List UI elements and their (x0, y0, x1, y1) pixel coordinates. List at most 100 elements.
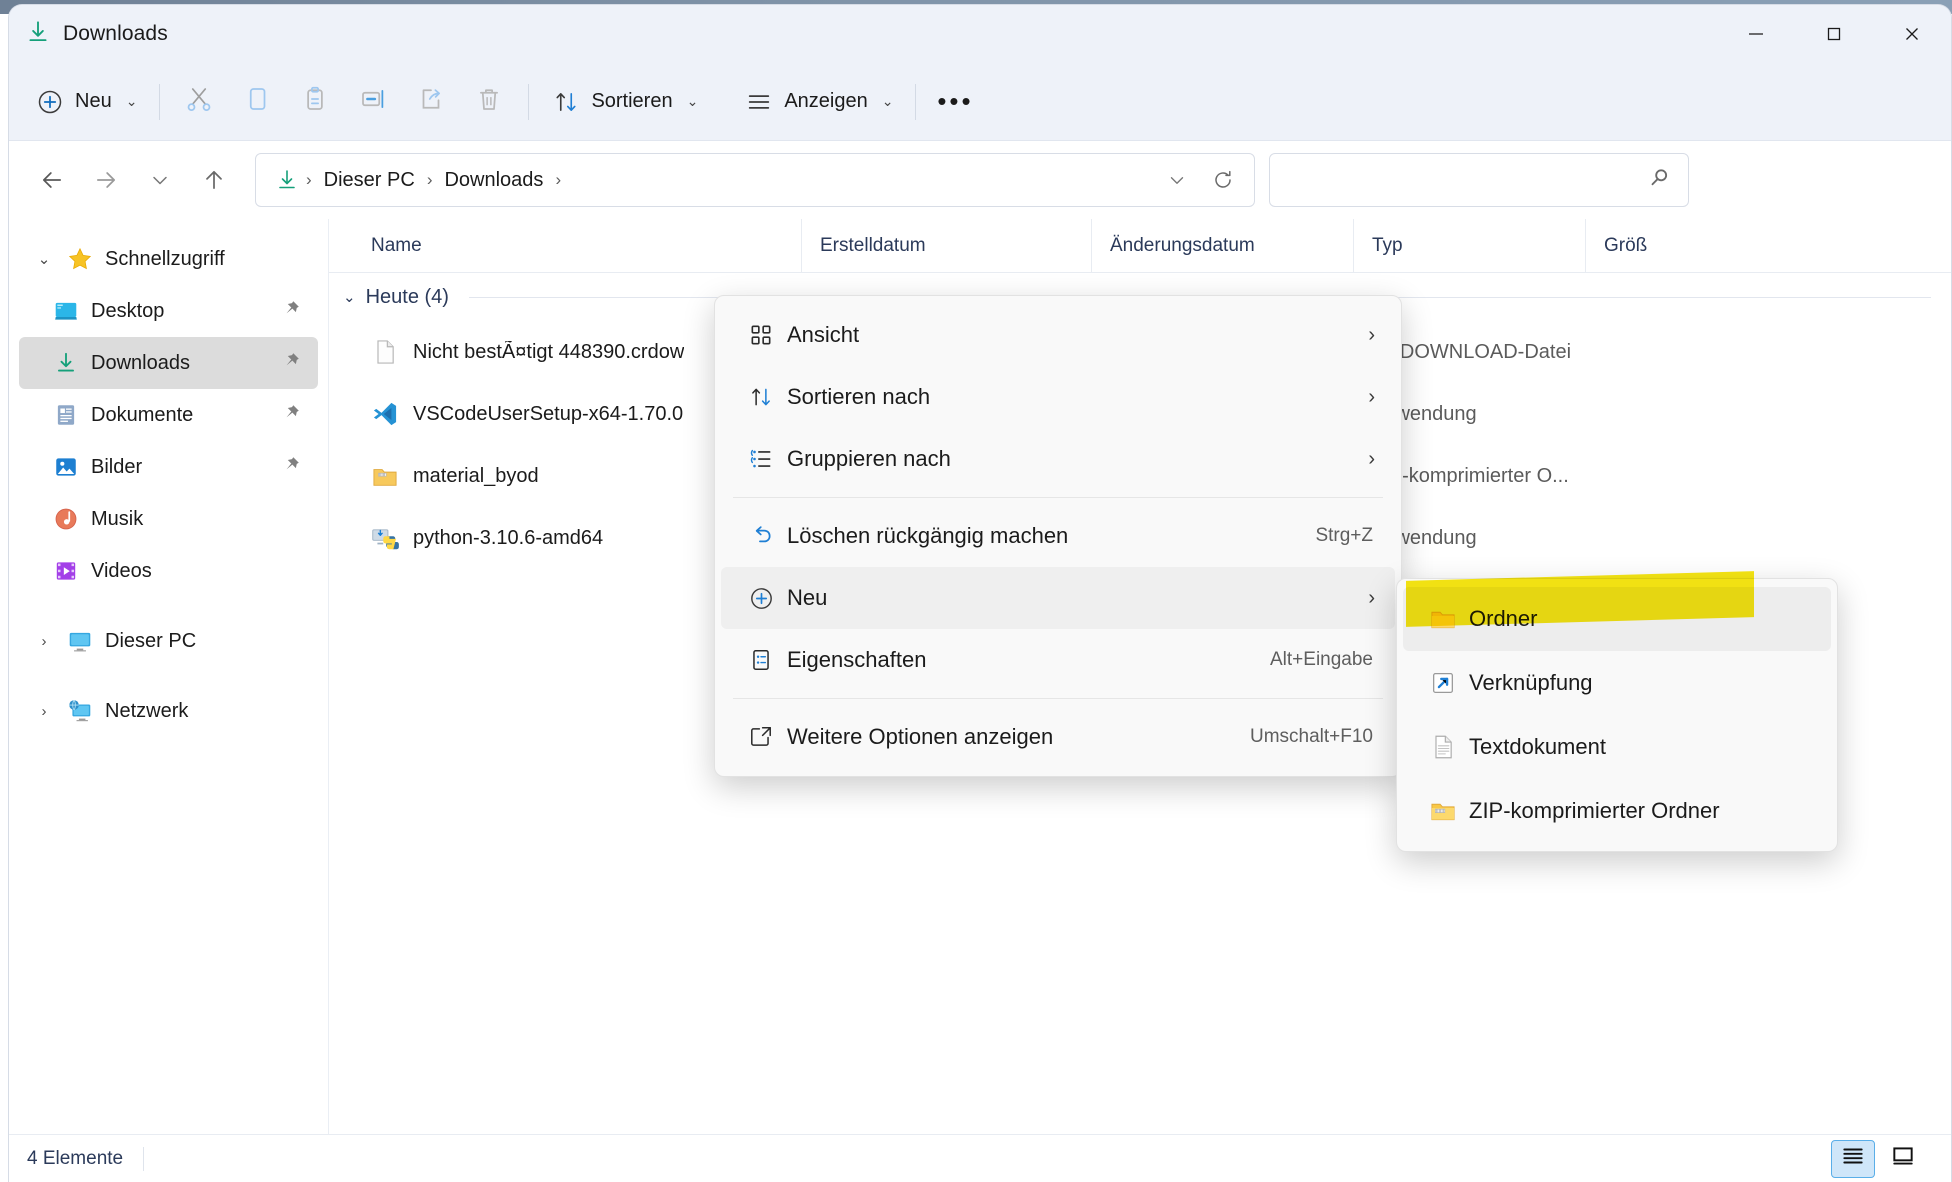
breadcrumb-item-this-pc[interactable]: Dieser PC (316, 164, 423, 197)
network-icon (61, 698, 99, 724)
group-header-label: Heute (4) (365, 285, 449, 308)
view-toggle-group (1831, 1139, 1933, 1178)
column-header-modified[interactable]: Änderungsdatum (1091, 219, 1353, 272)
up-button[interactable] (187, 153, 241, 207)
context-menu-item-shortcut: Strg+Z (1315, 525, 1373, 546)
sidebar-item-label: Bilder (91, 455, 143, 478)
column-header-name[interactable]: Name (371, 219, 801, 272)
new-button[interactable]: Neu ⌄ (23, 77, 149, 127)
recent-locations-button[interactable] (133, 153, 187, 207)
sidebar-item-this-pc[interactable]: › Dieser PC (19, 615, 318, 667)
address-bar[interactable]: › Dieser PC › Downloads › (255, 153, 1255, 207)
context-menu-item-properties[interactable]: Eigenschaften Alt+Eingabe (721, 629, 1395, 691)
forward-button[interactable] (79, 153, 133, 207)
new-submenu: Ordner Verknüpfung Textdokument ZIP-komp… (1396, 578, 1838, 852)
sidebar-item-label: Downloads (91, 351, 190, 374)
delete-button[interactable] (460, 77, 518, 127)
rename-button[interactable] (344, 77, 402, 127)
minimize-button[interactable] (1717, 5, 1795, 63)
download-arrow-icon (47, 350, 85, 376)
chevron-right-icon: › (1368, 385, 1375, 408)
arrow-left-icon (42, 172, 62, 188)
context-menu-item-view[interactable]: Ansicht › (721, 304, 1395, 366)
refresh-icon (1215, 170, 1231, 188)
toolbar-divider (159, 83, 161, 120)
context-menu-item-new[interactable]: Neu › (721, 567, 1395, 629)
breadcrumb-item-downloads[interactable]: Downloads (436, 164, 551, 197)
address-dropdown-button[interactable] (1154, 157, 1200, 203)
sidebar-item-downloads[interactable]: Downloads (19, 337, 318, 389)
column-header-created[interactable]: ⌄ Erstelldatum (801, 219, 1091, 272)
large-icons-view-icon (1890, 1143, 1916, 1174)
close-button[interactable] (1873, 5, 1951, 63)
chevron-down-icon (1170, 177, 1184, 184)
properties-icon (735, 647, 787, 673)
chevron-down-icon[interactable]: ⌄ (27, 250, 61, 268)
chevron-right-icon: › (1368, 323, 1375, 346)
column-header-label: Erstelldatum (820, 234, 926, 256)
maximize-button[interactable] (1795, 5, 1873, 63)
column-header-size[interactable]: Größ (1585, 219, 1705, 272)
view-button[interactable]: Anzeigen ⌄ (732, 77, 905, 127)
file-name-label: VSCodeUserSetup-x64-1.70.0 (413, 402, 684, 425)
column-header-type[interactable]: Typ (1353, 219, 1585, 272)
chevron-right-icon[interactable]: › (27, 633, 61, 650)
paste-button[interactable] (286, 77, 344, 127)
submenu-item-text-document[interactable]: Textdokument (1403, 715, 1831, 779)
context-menu-item-shortcut: Umschalt+F10 (1249, 726, 1373, 747)
context-menu-item-undo-delete[interactable]: Löschen rückgängig machen Strg+Z (721, 505, 1395, 567)
sort-button[interactable]: Sortieren ⌄ (539, 77, 710, 127)
share-button[interactable] (402, 77, 460, 127)
large-icons-view-button[interactable] (1881, 1140, 1925, 1178)
submenu-item-label: Ordner (1469, 606, 1538, 631)
sidebar-item-documents[interactable]: Dokumente (19, 389, 318, 441)
ellipsis-icon: ••• (937, 85, 974, 116)
text-document-icon (1417, 733, 1469, 761)
pin-icon[interactable] (280, 402, 302, 429)
sidebar-item-videos[interactable]: Videos (19, 545, 318, 597)
sidebar-group-label: Schnellzugriff (105, 247, 225, 270)
sidebar-item-label: Netzwerk (105, 699, 189, 722)
sort-arrows-icon (551, 87, 581, 117)
search-icon[interactable] (1646, 165, 1672, 196)
submenu-item-shortcut[interactable]: Verknüpfung (1403, 651, 1831, 715)
details-view-button[interactable] (1831, 1139, 1875, 1178)
title-bar: Downloads (9, 5, 1951, 63)
cut-button[interactable] (170, 77, 228, 127)
chevron-right-icon[interactable]: › (27, 703, 61, 720)
sidebar-item-desktop[interactable]: Desktop (19, 285, 318, 337)
column-header-label: Größ (1604, 234, 1648, 256)
back-button[interactable] (25, 153, 79, 207)
pin-icon[interactable] (280, 454, 302, 481)
status-divider (143, 1146, 145, 1171)
context-menu-item-label: Sortieren nach (787, 384, 931, 409)
videos-icon (47, 558, 85, 584)
status-bar: 4 Elemente (9, 1134, 1951, 1182)
submenu-item-zip-folder[interactable]: ZIP-komprimierter Ordner (1403, 779, 1831, 843)
navigation-bar: › Dieser PC › Downloads › (9, 141, 1951, 219)
more-options-button[interactable]: ••• (926, 77, 984, 127)
submenu-item-folder[interactable]: Ordner (1403, 587, 1831, 651)
sidebar-item-music[interactable]: Musik (19, 493, 318, 545)
copy-button[interactable] (228, 77, 286, 127)
more-options-icon (735, 724, 787, 750)
sidebar-item-pictures[interactable]: Bilder (19, 441, 318, 493)
context-menu-item-show-more-options[interactable]: Weitere Optionen anzeigen Umschalt+F10 (721, 706, 1395, 768)
chevron-down-icon: ⌄ (686, 93, 699, 109)
file-size-cell (1585, 445, 1705, 507)
pin-icon[interactable] (280, 350, 302, 377)
chevron-down-icon[interactable]: ⌄ (343, 288, 356, 306)
search-input[interactable] (1286, 169, 1646, 191)
chevron-right-icon: › (1368, 586, 1375, 609)
refresh-button[interactable] (1200, 157, 1246, 203)
context-menu-item-group-by[interactable]: Gruppieren nach › (721, 428, 1395, 490)
search-box[interactable] (1269, 153, 1689, 207)
zip-folder-icon (371, 462, 399, 490)
hamburger-lines-icon (744, 87, 774, 117)
context-menu-item-sort-by[interactable]: Sortieren nach › (721, 366, 1395, 428)
sidebar-group-quick-access[interactable]: ⌄ Schnellzugriff (19, 233, 318, 285)
pin-icon[interactable] (280, 298, 302, 325)
sidebar-item-network[interactable]: › Netzwerk (19, 685, 318, 737)
